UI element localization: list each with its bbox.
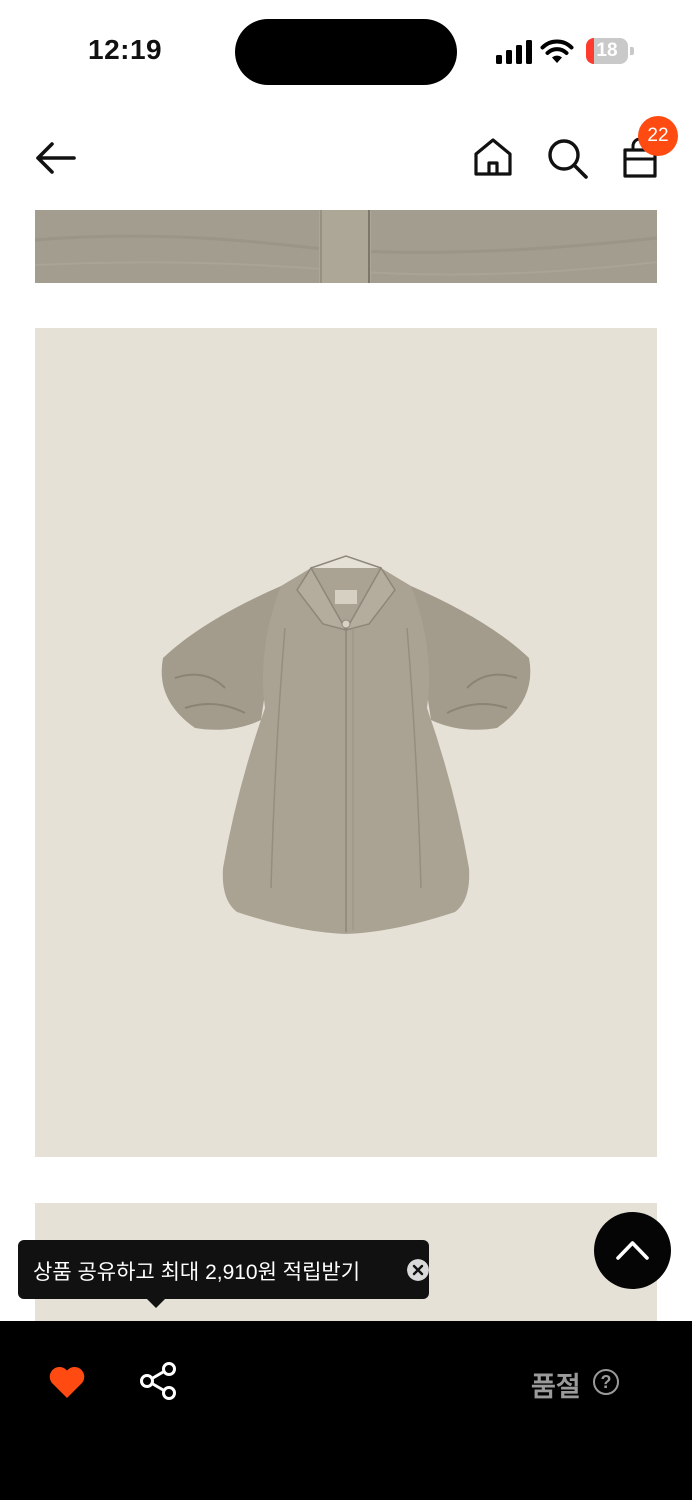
dynamic-island [235, 19, 457, 85]
signal-icon [496, 40, 532, 64]
wifi-icon [540, 39, 574, 63]
product-image-main [35, 328, 657, 1157]
tooltip-pointer [146, 1298, 166, 1308]
close-circle-icon[interactable] [407, 1259, 429, 1281]
status-bar: 12:19 18 [0, 0, 692, 100]
top-navigation [0, 110, 692, 206]
help-circle-icon[interactable]: ? [593, 1369, 619, 1395]
sold-out-label: 품절 [531, 1372, 581, 1402]
tooltip-text: 상품 공유하고 최대 2,910원 적립받기 [33, 1261, 361, 1284]
arrow-left-icon[interactable] [30, 138, 82, 178]
battery-level: 18 [596, 40, 618, 61]
cart-count-badge: 22 [638, 116, 678, 156]
share-reward-tooltip: 상품 공유하고 최대 2,910원 적립받기 [18, 1240, 429, 1299]
product-image-detail [35, 210, 657, 283]
shirt-product-image [35, 328, 657, 1157]
scroll-to-top-button[interactable] [594, 1212, 671, 1289]
search-icon[interactable] [545, 136, 589, 180]
share-icon[interactable] [138, 1361, 178, 1401]
heart-icon[interactable] [48, 1365, 86, 1399]
status-time: 12:19 [88, 34, 163, 65]
bottom-action-bar: 품절 ? [0, 1321, 692, 1500]
battery-charging-icon: 18 [586, 38, 634, 64]
shirt-placket-detail-image [35, 210, 657, 283]
home-icon[interactable] [472, 136, 514, 178]
chevron-up-icon [616, 1241, 649, 1260]
